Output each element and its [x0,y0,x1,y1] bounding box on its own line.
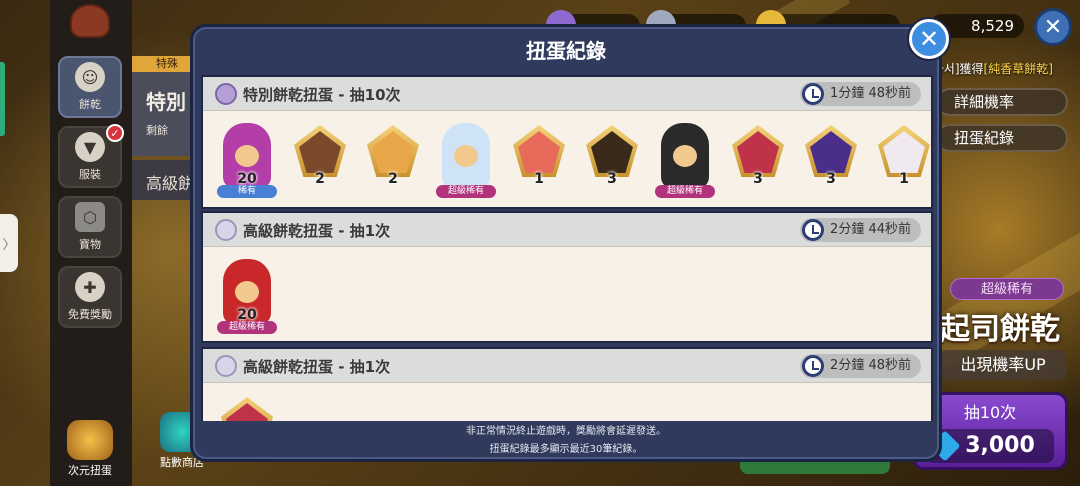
sidebar-item-free-rewards[interactable]: ✚ 免費獎勵 [58,266,122,328]
soulstone-reward[interactable]: 1 [507,117,571,201]
gacha-record-modal: 扭蛋紀錄 ✕ 特別餅乾扭蛋 - 抽10次 1分鐘 48秒前 20 稀有 2 2 超級稀有… [190,19,949,462]
clock-icon [802,219,825,241]
banner-row-label: 高級餅 [146,174,195,193]
gift-icon: ✚ [75,272,105,302]
banner-subtitle: 剩餘 [146,124,168,137]
sidebar-item-label: 寶物 [79,238,101,251]
special-gacha-icon [215,83,237,105]
reward-count: 1 [899,171,909,187]
obtained-notice-cookie: [純香草餅乾] [983,62,1053,76]
entry-title: 特別餅乾扭蛋 - 抽10次 [243,86,401,104]
gacha-record-label: 扭蛋紀錄 [954,129,1015,147]
entry-time-text: 1分鐘 48秒前 [830,86,911,101]
modal-close-button[interactable]: ✕ [909,19,949,59]
sidebar-item-cookies[interactable]: ☺ 餅乾 [58,56,122,118]
featured-cookie-name: 起司餅乾 [940,312,1060,347]
detail-rate-label: 詳細機率 [954,93,1015,111]
entry-time: 1分鐘 48秒前 [800,82,921,106]
entry-title: 高級餅乾扭蛋 - 抽1次 [243,222,391,240]
entry-items: 20 超級稀有 [203,247,931,343]
check-badge-icon: ✓ [106,124,124,142]
sidebar-item-label: 服裝 [79,168,101,181]
footer-note-delay: 非正常情況終止遊戲時，獎勵將會延遲發送。 [466,426,666,437]
featured-rarity-tag: 超級稀有 [950,278,1064,300]
dimension-gacha-label: 次元扭蛋 [68,464,112,477]
soulstone-reward[interactable]: 3 [799,117,863,201]
entry-time-text: 2分鐘 44秒前 [830,222,911,237]
cookie-reward[interactable]: 超級稀有 [434,117,498,201]
footer-note-limit: 扭蛋紀錄最多顯示最近30筆紀錄。 [489,444,643,455]
soulstone-reward[interactable]: 1 [872,117,933,201]
rarity-tag: 超級稀有 [655,185,715,198]
premium-gacha-icon [215,219,237,241]
entry-time: 2分鐘 44秒前 [800,218,921,242]
gacha-record-button[interactable]: 扭蛋紀錄 [936,124,1068,152]
draw-10-cost: 3,000 [926,429,1054,463]
soulstone-reward[interactable]: 2 [361,117,425,201]
cookie-reward[interactable]: 20 稀有 [215,117,279,201]
entry-header: 高級餅乾扭蛋 - 抽1次 2分鐘 48秒前 [203,349,931,383]
draw-10-cost-value: 3,000 [965,433,1035,458]
rarity-tag: 超級稀有 [217,321,277,334]
banner-title: 特別 [146,90,186,114]
sidebar-item-label: 餅乾 [79,98,101,111]
clock-icon [802,355,825,377]
reward-count: 3 [753,171,763,187]
shirt-icon: ▼ [75,132,105,162]
reward-count: 3 [826,171,836,187]
sidebar-item-costumes[interactable]: ✓ ▼ 服裝 [58,124,124,188]
sidebar-item-label: 免費獎勵 [68,308,112,321]
entry-items: 20 稀有 2 2 超級稀有 1 3 超級稀有 3 3 1 [203,111,931,207]
treasure-hexagon-icon: ⬡ [75,202,105,232]
reward-count: 3 [607,171,617,187]
entry-items [203,383,931,421]
cookie-face-icon [235,145,259,167]
soulstone-reward[interactable]: 3 [580,117,644,201]
rate-up-label: 出現機率UP [940,350,1066,380]
side-drawer-tab[interactable]: 〉 [0,214,18,272]
gacha-record-entry: 特別餅乾扭蛋 - 抽10次 1分鐘 48秒前 20 稀有 2 2 超級稀有 1 3 超級稀有 3… [201,75,933,209]
sidebar-item-treasures[interactable]: ⬡ 寶物 [58,196,122,258]
soulstone-reward[interactable]: 3 [726,117,790,201]
cookie-face-icon [673,145,697,167]
soulstone-reward[interactable] [215,389,279,421]
cookie-reward[interactable]: 超級稀有 [653,117,717,201]
entry-time: 2分鐘 48秒前 [800,354,921,378]
rarity-tag: 稀有 [217,185,277,198]
reward-count: 2 [388,171,398,187]
soulstone-reward[interactable]: 2 [288,117,352,201]
gacha-record-entry: 高級餅乾扭蛋 - 抽1次 2分鐘 48秒前 [201,347,933,421]
cookie-face-icon: ☺ [75,62,105,92]
premium-gacha-icon [215,355,237,377]
crystal-count: 8,529 [971,17,1014,35]
reward-count: 1 [534,171,544,187]
dimension-gacha-button[interactable]: 次元扭蛋 [60,420,120,480]
modal-title: 扭蛋紀錄 [526,39,606,63]
entry-header: 高級餅乾扭蛋 - 抽1次 2分鐘 44秒前 [203,213,931,247]
gacha-record-entry: 高級餅乾扭蛋 - 抽1次 2分鐘 44秒前 20 超級稀有 [201,211,933,343]
dimension-gacha-icon [67,420,113,460]
gacha-record-list[interactable]: 特別餅乾扭蛋 - 抽10次 1分鐘 48秒前 20 稀有 2 2 超級稀有 1 3 超級稀有 3… [201,75,933,421]
cookie-face-icon [235,281,259,303]
cookie-house-icon[interactable] [70,4,110,38]
clock-icon [802,83,825,105]
detail-rate-button[interactable]: 詳細機率 [936,88,1068,116]
modal-footer: 非正常情況終止遊戲時，獎勵將會延遲發送。 扭蛋紀錄最多顯示最近30筆紀錄。 [193,423,939,459]
cookie-face-icon [454,145,478,167]
entry-time-text: 2分鐘 48秒前 [830,358,911,373]
close-screen-button[interactable]: ✕ [1034,8,1072,46]
entry-title: 高級餅乾扭蛋 - 抽1次 [243,358,391,376]
edge-indicator [0,62,5,136]
cookie-reward[interactable]: 20 超級稀有 [215,253,279,337]
entry-header: 特別餅乾扭蛋 - 抽10次 1分鐘 48秒前 [203,77,931,111]
rarity-tag: 超級稀有 [436,185,496,198]
reward-count: 2 [315,171,325,187]
